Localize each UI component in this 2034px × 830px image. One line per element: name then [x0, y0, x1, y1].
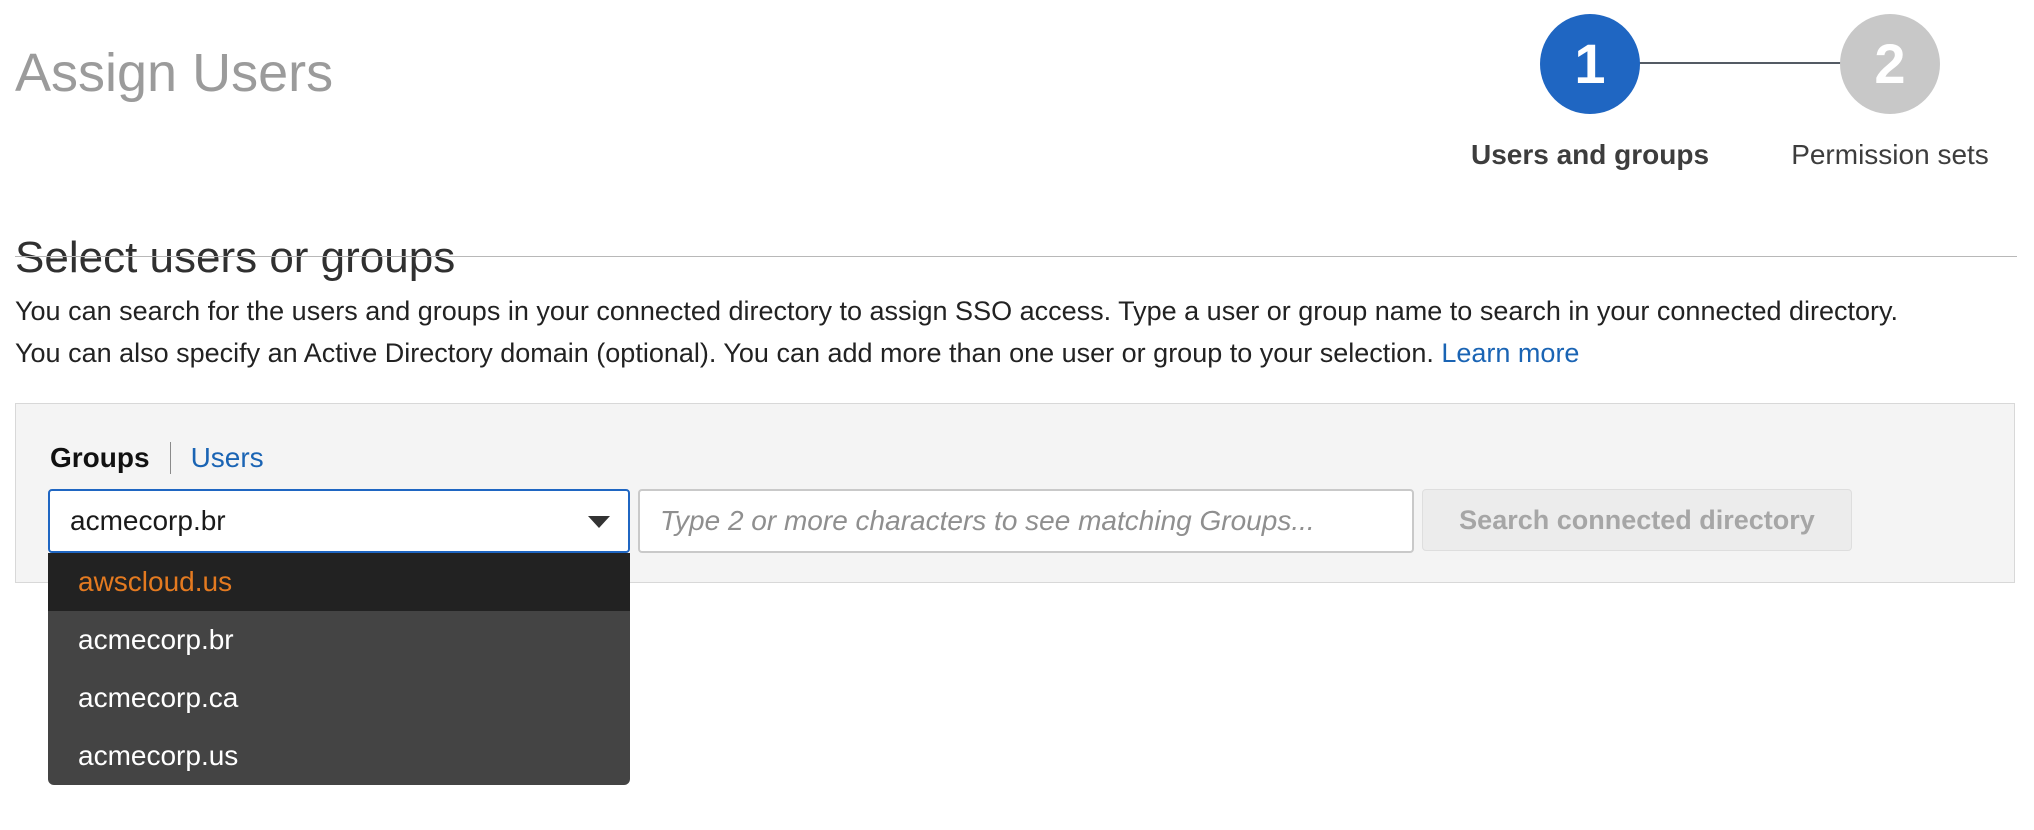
- group-search-input[interactable]: [638, 489, 1414, 553]
- search-connected-directory-button[interactable]: Search connected directory: [1422, 489, 1852, 551]
- step-2-label: Permission sets: [1791, 139, 1989, 170]
- toggle-groups-tab[interactable]: Groups: [50, 442, 150, 474]
- learn-more-link[interactable]: Learn more: [1441, 338, 1579, 368]
- description-line-2-text: You can also specify an Active Directory…: [15, 338, 1434, 368]
- step-1-label: Users and groups: [1470, 139, 1710, 170]
- description-line-2: You can also specify an Active Directory…: [15, 332, 2025, 374]
- groups-users-toggle: Groups Users: [50, 440, 264, 476]
- domain-select[interactable]: acmecorp.br: [48, 489, 630, 553]
- toggle-users-tab[interactable]: Users: [191, 442, 264, 474]
- domain-option-acmecorp-us[interactable]: acmecorp.us: [48, 727, 630, 785]
- step-2-number-badge: 2: [1840, 14, 1940, 114]
- domain-option-acmecorp-ca[interactable]: acmecorp.ca: [48, 669, 630, 727]
- page-title: Assign Users: [15, 43, 334, 104]
- domain-option-acmecorp-br[interactable]: acmecorp.br: [48, 611, 630, 669]
- step-users-and-groups: 1 Users and groups: [1450, 14, 1730, 172]
- domain-dropdown-menu: awscloud.us acmecorp.br acmecorp.ca acme…: [48, 553, 630, 785]
- domain-option-awscloud-us[interactable]: awscloud.us: [48, 553, 630, 611]
- section-title: Select users or groups: [15, 232, 456, 282]
- step-1-number-badge: 1: [1540, 14, 1640, 114]
- wizard-stepper: 1 Users and groups 2 Permission sets: [1440, 14, 2000, 184]
- toggle-separator: [169, 442, 171, 474]
- step-permission-sets: 2 Permission sets: [1750, 14, 2030, 172]
- section-description: You can search for the users and groups …: [15, 290, 2025, 374]
- description-line-1: You can search for the users and groups …: [15, 296, 1899, 326]
- caret-down-icon: [588, 516, 610, 528]
- section-divider: [15, 256, 2017, 257]
- domain-select-value: acmecorp.br: [70, 505, 226, 536]
